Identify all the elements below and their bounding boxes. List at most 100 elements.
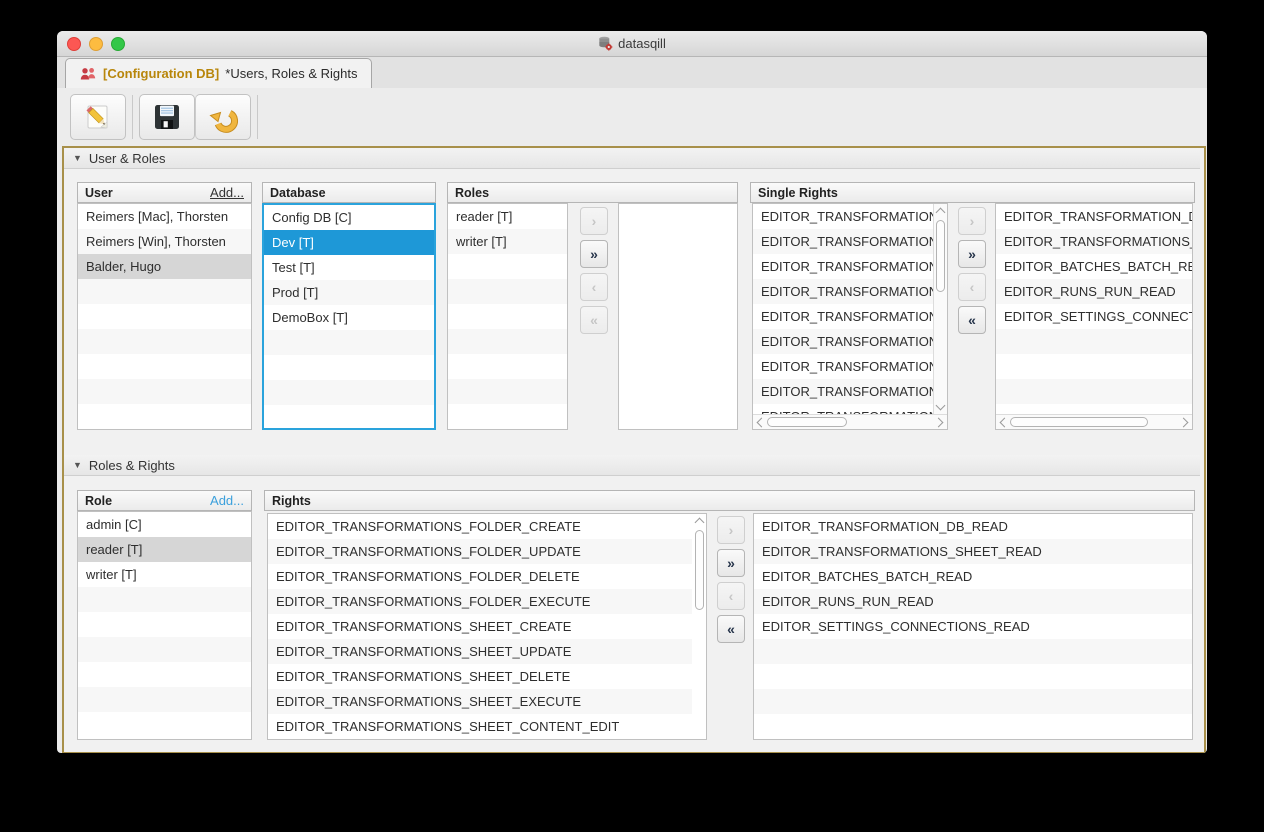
section-header-user-roles[interactable]: ▼ User & Roles [64, 148, 1200, 169]
right-assigned-item[interactable] [754, 639, 1192, 664]
move-all-right-button[interactable]: » [958, 240, 986, 268]
vertical-scrollbar[interactable] [933, 204, 947, 414]
move-right-button[interactable]: › [580, 207, 608, 235]
move-all-left-button[interactable]: « [717, 615, 745, 643]
role-list-item[interactable]: admin [C] [78, 512, 251, 537]
database-list-item[interactable] [264, 380, 434, 405]
move-left-button[interactable]: ‹ [958, 273, 986, 301]
right-assigned-item[interactable] [754, 664, 1192, 689]
single-right-available-item[interactable]: EDITOR_TRANSFORMATIONS_FOLDER_EXECUTE [753, 279, 933, 304]
minimize-window-button[interactable] [89, 37, 103, 51]
right-assigned-item[interactable]: EDITOR_TRANSFORMATIONS_SHEET_READ [754, 539, 1192, 564]
tab-users-roles-rights[interactable]: [Configuration DB] *Users, Roles & Right… [65, 58, 372, 89]
role-list-item[interactable] [78, 587, 251, 612]
single-right-available-item[interactable]: EDITOR_TRANSFORMATIONS_SHEET_UPDATE [753, 329, 933, 354]
move-all-right-button[interactable]: » [580, 240, 608, 268]
user-list-item[interactable]: Reimers [Mac], Thorsten [78, 204, 251, 229]
user-list-item[interactable] [78, 304, 251, 329]
role-available-item[interactable] [448, 379, 567, 404]
database-list-item[interactable]: Config DB [C] [264, 205, 434, 230]
single-right-assigned-item[interactable] [996, 329, 1192, 354]
add-role-link[interactable]: Add... [210, 493, 244, 508]
move-all-left-button[interactable]: « [958, 306, 986, 334]
right-assigned-item[interactable] [754, 689, 1192, 714]
role-available-item[interactable] [448, 254, 567, 279]
role-available-item[interactable]: reader [T] [448, 204, 567, 229]
user-list-item[interactable] [78, 279, 251, 304]
right-assigned-item[interactable]: EDITOR_RUNS_RUN_READ [754, 589, 1192, 614]
single-right-available-item[interactable]: EDITOR_TRANSFORMATIONS_SHEET_CREATE [753, 304, 933, 329]
move-right-button[interactable]: › [717, 516, 745, 544]
single-right-assigned-item[interactable]: EDITOR_TRANSFORMATIONS_SHEET_READ [996, 229, 1192, 254]
database-list-item[interactable] [264, 330, 434, 355]
role-available-item[interactable] [448, 279, 567, 304]
single-right-available-item[interactable]: EDITOR_TRANSFORMATIONS_SHEET_EXECUTE [753, 379, 933, 404]
right-available-item[interactable]: EDITOR_TRANSFORMATIONS_SHEET_UPDATE [268, 639, 692, 664]
role-available-item[interactable] [448, 304, 567, 329]
zoom-window-button[interactable] [111, 37, 125, 51]
database-list-item[interactable]: Test [T] [264, 255, 434, 280]
user-list-item[interactable] [78, 354, 251, 379]
scroll-down-icon[interactable] [936, 401, 946, 411]
scroll-left-icon[interactable] [757, 418, 767, 428]
scrollbar-thumb[interactable] [695, 530, 704, 610]
right-assigned-item[interactable]: EDITOR_SETTINGS_CONNECTIONS_READ [754, 614, 1192, 639]
role-list-item[interactable] [78, 612, 251, 637]
single-right-assigned-item[interactable]: EDITOR_TRANSFORMATION_DB_READ [996, 204, 1192, 229]
role-list-item[interactable]: writer [T] [78, 562, 251, 587]
role-available-item[interactable] [448, 329, 567, 354]
edit-button[interactable] [70, 94, 126, 140]
single-right-assigned-item[interactable] [996, 354, 1192, 379]
section-header-roles-rights[interactable]: ▼ Roles & Rights [64, 455, 1200, 476]
database-list-item[interactable] [264, 355, 434, 380]
add-user-link[interactable]: Add... [210, 185, 244, 200]
single-right-assigned-item[interactable] [996, 404, 1192, 414]
right-available-item[interactable]: EDITOR_TRANSFORMATIONS_SHEET_DELETE [268, 664, 692, 689]
undo-button[interactable] [195, 94, 251, 140]
role-available-item[interactable] [448, 404, 567, 429]
right-assigned-item[interactable]: EDITOR_TRANSFORMATION_DB_READ [754, 514, 1192, 539]
move-all-right-button[interactable]: » [717, 549, 745, 577]
database-list-item[interactable]: Prod [T] [264, 280, 434, 305]
single-right-assigned-item[interactable]: EDITOR_BATCHES_BATCH_READ [996, 254, 1192, 279]
move-all-left-button[interactable]: « [580, 306, 608, 334]
right-available-item[interactable]: EDITOR_TRANSFORMATIONS_SHEET_CONTENT_EDI… [268, 714, 692, 739]
user-list-item[interactable] [78, 329, 251, 354]
right-available-item[interactable]: EDITOR_TRANSFORMATIONS_FOLDER_DELETE [268, 564, 692, 589]
user-list-item[interactable]: Reimers [Win], Thorsten [78, 229, 251, 254]
role-list-item[interactable] [78, 687, 251, 712]
user-list-item[interactable]: Balder, Hugo [78, 254, 251, 279]
single-right-available-item[interactable]: EDITOR_TRANSFORMATIONS_FOLDER_UPDATE [753, 229, 933, 254]
role-list-item[interactable] [78, 712, 251, 737]
user-list-item[interactable] [78, 379, 251, 404]
save-button[interactable] [139, 94, 195, 140]
single-right-available-item[interactable]: EDITOR_TRANSFORMATIONS_SHEET_CONTENT_EDI… [753, 404, 933, 414]
database-list-item[interactable]: Dev [T] [264, 230, 434, 255]
scrollbar-thumb[interactable] [936, 220, 945, 292]
right-assigned-item[interactable] [754, 714, 1192, 739]
role-available-item[interactable]: writer [T] [448, 229, 567, 254]
role-list-item[interactable] [78, 662, 251, 687]
single-right-available-item[interactable]: EDITOR_TRANSFORMATIONS_FOLDER_CREATE [753, 204, 933, 229]
database-list-item[interactable]: DemoBox [T] [264, 305, 434, 330]
right-available-item[interactable]: EDITOR_TRANSFORMATIONS_SHEET_EXECUTE [268, 689, 692, 714]
role-available-item[interactable] [448, 354, 567, 379]
right-available-item[interactable]: EDITOR_TRANSFORMATIONS_FOLDER_UPDATE [268, 539, 692, 564]
scroll-right-icon[interactable] [934, 418, 944, 428]
move-left-button[interactable]: ‹ [580, 273, 608, 301]
scroll-up-icon[interactable] [936, 208, 946, 218]
scroll-left-icon[interactable] [1000, 418, 1010, 428]
right-available-item[interactable]: EDITOR_TRANSFORMATIONS_FOLDER_EXECUTE [268, 589, 692, 614]
role-list-item[interactable] [78, 637, 251, 662]
right-available-item[interactable]: EDITOR_TRANSFORMATIONS_FOLDER_CREATE [268, 514, 692, 539]
single-right-assigned-item[interactable] [996, 379, 1192, 404]
single-right-available-item[interactable]: EDITOR_TRANSFORMATIONS_FOLDER_DELETE [753, 254, 933, 279]
move-right-button[interactable]: › [958, 207, 986, 235]
horizontal-scrollbar[interactable] [996, 414, 1192, 429]
role-list-item[interactable]: reader [T] [78, 537, 251, 562]
scrollbar-thumb[interactable] [767, 417, 847, 427]
database-list-item[interactable] [264, 405, 434, 428]
scroll-right-icon[interactable] [1179, 418, 1189, 428]
close-window-button[interactable] [67, 37, 81, 51]
user-list-item[interactable] [78, 404, 251, 429]
